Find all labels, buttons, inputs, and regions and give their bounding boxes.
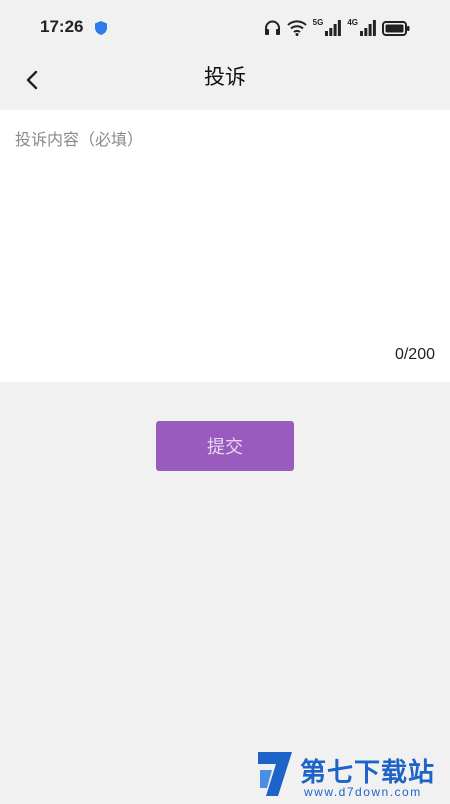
title-bar: 投诉 [0,56,450,108]
status-time: 17:26 [40,17,84,36]
d7-logo-icon [254,748,296,800]
signal-icon [325,20,342,36]
battery-icon [382,20,410,36]
wifi-icon [286,20,307,36]
complaint-content-input[interactable] [0,110,450,345]
watermark-url: www.d7down.com [304,785,422,799]
network-4g-label: 4G [347,17,358,27]
shield-icon [95,20,107,35]
status-icons: 5G 4G [264,16,410,40]
status-bar: 17:26 5G 4G [0,0,450,56]
complaint-panel: 0/200 [0,110,450,382]
char-counter: 0/200 [394,346,435,363]
submit-button[interactable]: 提交 [156,421,294,471]
headphones-icon [264,20,281,36]
network-5g-label: 5G [312,17,324,27]
signal-icon [360,20,376,36]
watermark: 第七下载站 www.d7down.com [254,748,450,800]
page-title: 投诉 [204,65,246,89]
watermark-name: 第七下载站 [300,758,436,788]
